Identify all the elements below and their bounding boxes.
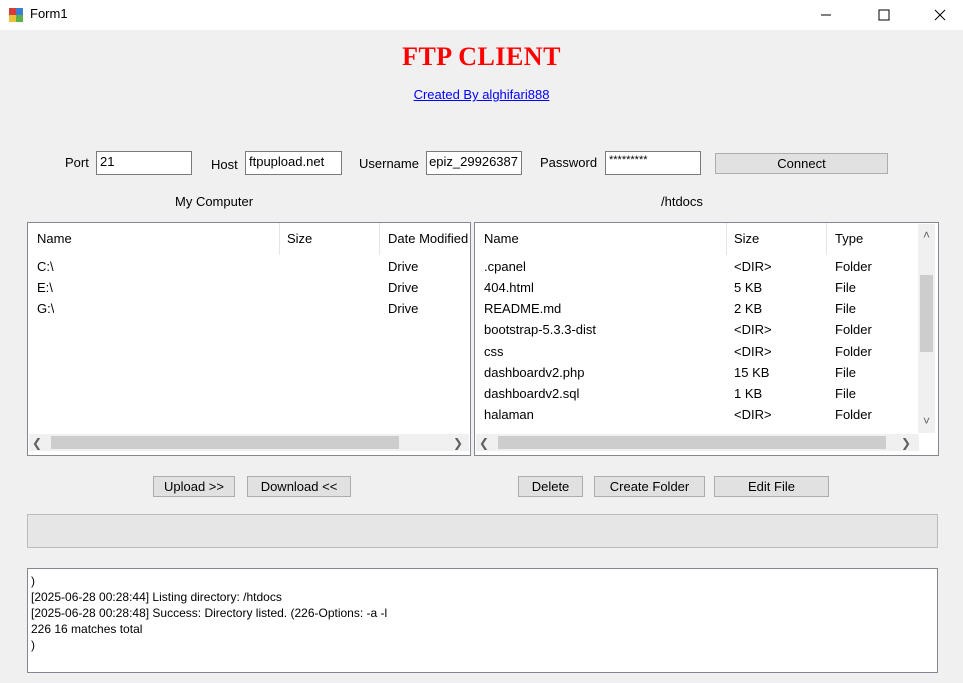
row-date: Drive [388, 259, 419, 274]
column-divider [379, 223, 380, 255]
host-input[interactable]: ftpupload.net [245, 151, 342, 175]
remote-file-list[interactable]: Name Size Type .cpanel <DIR> Folder 404.… [474, 222, 939, 456]
column-divider [279, 223, 280, 255]
scroll-left-icon[interactable]: ❮ [476, 434, 492, 451]
log-line: [2025-06-28 00:28:44] Listing directory:… [31, 590, 282, 604]
row-type: File [835, 301, 856, 316]
local-file-list[interactable]: Name Size Date Modified C:\ Drive E:\ Dr… [27, 222, 471, 456]
maximize-button[interactable] [861, 0, 907, 30]
remote-pane-title: /htdocs [661, 194, 703, 209]
password-input[interactable]: ********* [605, 151, 701, 175]
scroll-right-icon[interactable]: ❯ [898, 434, 914, 451]
row-name: dashboardv2.sql [484, 386, 580, 401]
row-date: Drive [388, 301, 419, 316]
remote-col-size[interactable]: Size [734, 231, 824, 246]
app-title: FTP CLIENT [402, 42, 561, 71]
row-name: css [484, 344, 504, 359]
close-icon [934, 9, 946, 21]
local-col-size[interactable]: Size [287, 231, 377, 246]
row-type: Folder [835, 344, 872, 359]
host-label: Host [211, 157, 238, 172]
scroll-thumb[interactable] [498, 436, 886, 449]
row-size: 2 KB [734, 301, 763, 316]
log-line: 226 16 matches total [31, 622, 143, 636]
local-hscrollbar[interactable]: ❮ ❯ [29, 434, 469, 451]
row-size: <DIR> [734, 344, 772, 359]
title-bar: Form1 [0, 0, 963, 30]
local-pane-title: My Computer [175, 194, 254, 209]
password-label: Password [540, 155, 598, 170]
row-name: halaman [484, 407, 534, 422]
local-col-name[interactable]: Name [37, 231, 277, 246]
row-size: <DIR> [734, 259, 772, 274]
local-list-header: Name Size Date Modified [28, 223, 470, 255]
row-size: <DIR> [734, 322, 772, 337]
username-label: Username [359, 156, 419, 171]
row-size: 1 KB [734, 386, 763, 401]
close-button[interactable] [917, 0, 963, 30]
row-date: Drive [388, 280, 419, 295]
log-line: [2025-06-28 00:28:48] Success: Directory… [31, 606, 388, 620]
row-name: .cpanel [484, 259, 526, 274]
scroll-right-icon[interactable]: ❯ [450, 434, 466, 451]
edit-file-button[interactable]: Edit File [714, 476, 829, 497]
log-textbox[interactable]: ) [2025-06-28 00:28:44] Listing director… [27, 568, 938, 673]
connect-button[interactable]: Connect [715, 153, 888, 174]
row-type: Folder [835, 322, 872, 337]
row-name: 404.html [484, 280, 534, 295]
log-line: ) [31, 638, 35, 652]
app-icon [8, 7, 24, 23]
row-name: G:\ [37, 301, 55, 316]
port-input[interactable]: 21 [96, 151, 192, 175]
row-size: <DIR> [734, 407, 772, 422]
upload-button[interactable]: Upload >> [153, 476, 235, 497]
minimize-icon [821, 14, 831, 16]
download-button[interactable]: Download << [247, 476, 351, 497]
remote-vscrollbar[interactable]: ˄ ˅ [918, 224, 935, 433]
creator-link-text[interactable]: Created By alghifari888 [414, 87, 550, 102]
column-divider [726, 223, 727, 255]
row-name: README.md [484, 301, 562, 316]
row-size: 15 KB [734, 365, 770, 380]
row-type: Folder [835, 259, 872, 274]
scroll-left-icon[interactable]: ❮ [29, 434, 45, 451]
row-type: File [835, 386, 856, 401]
window-title: Form1 [30, 6, 68, 21]
row-name: bootstrap-5.3.3-dist [484, 322, 597, 337]
row-size: 5 KB [734, 280, 763, 295]
remote-col-type[interactable]: Type [835, 231, 915, 246]
progress-bar [27, 514, 938, 548]
column-divider [826, 223, 827, 255]
maximize-icon [878, 9, 890, 21]
local-col-date[interactable]: Date Modified [388, 231, 470, 246]
creator-link: Created By alghifari888 [0, 87, 963, 102]
create-folder-button[interactable]: Create Folder [594, 476, 705, 497]
username-input[interactable]: epiz_29926387 [426, 151, 522, 175]
row-name: E:\ [37, 280, 53, 295]
row-type: File [835, 280, 856, 295]
row-type: Folder [835, 407, 872, 422]
scroll-up-icon[interactable]: ˄ [918, 226, 935, 243]
minimize-button[interactable] [803, 0, 849, 30]
remote-list-header: Name Size Type [475, 223, 938, 255]
remote-hscrollbar[interactable]: ❮ ❯ [476, 434, 919, 451]
scroll-down-icon[interactable]: ˅ [918, 412, 935, 429]
log-line: ) [31, 574, 35, 588]
scroll-thumb[interactable] [920, 275, 933, 352]
remote-col-name[interactable]: Name [484, 231, 724, 246]
port-label: Port [65, 155, 89, 170]
scroll-thumb[interactable] [51, 436, 399, 449]
row-name: C:\ [37, 259, 54, 274]
delete-button[interactable]: Delete [518, 476, 583, 497]
row-name: dashboardv2.php [484, 365, 585, 380]
row-type: File [835, 365, 856, 380]
